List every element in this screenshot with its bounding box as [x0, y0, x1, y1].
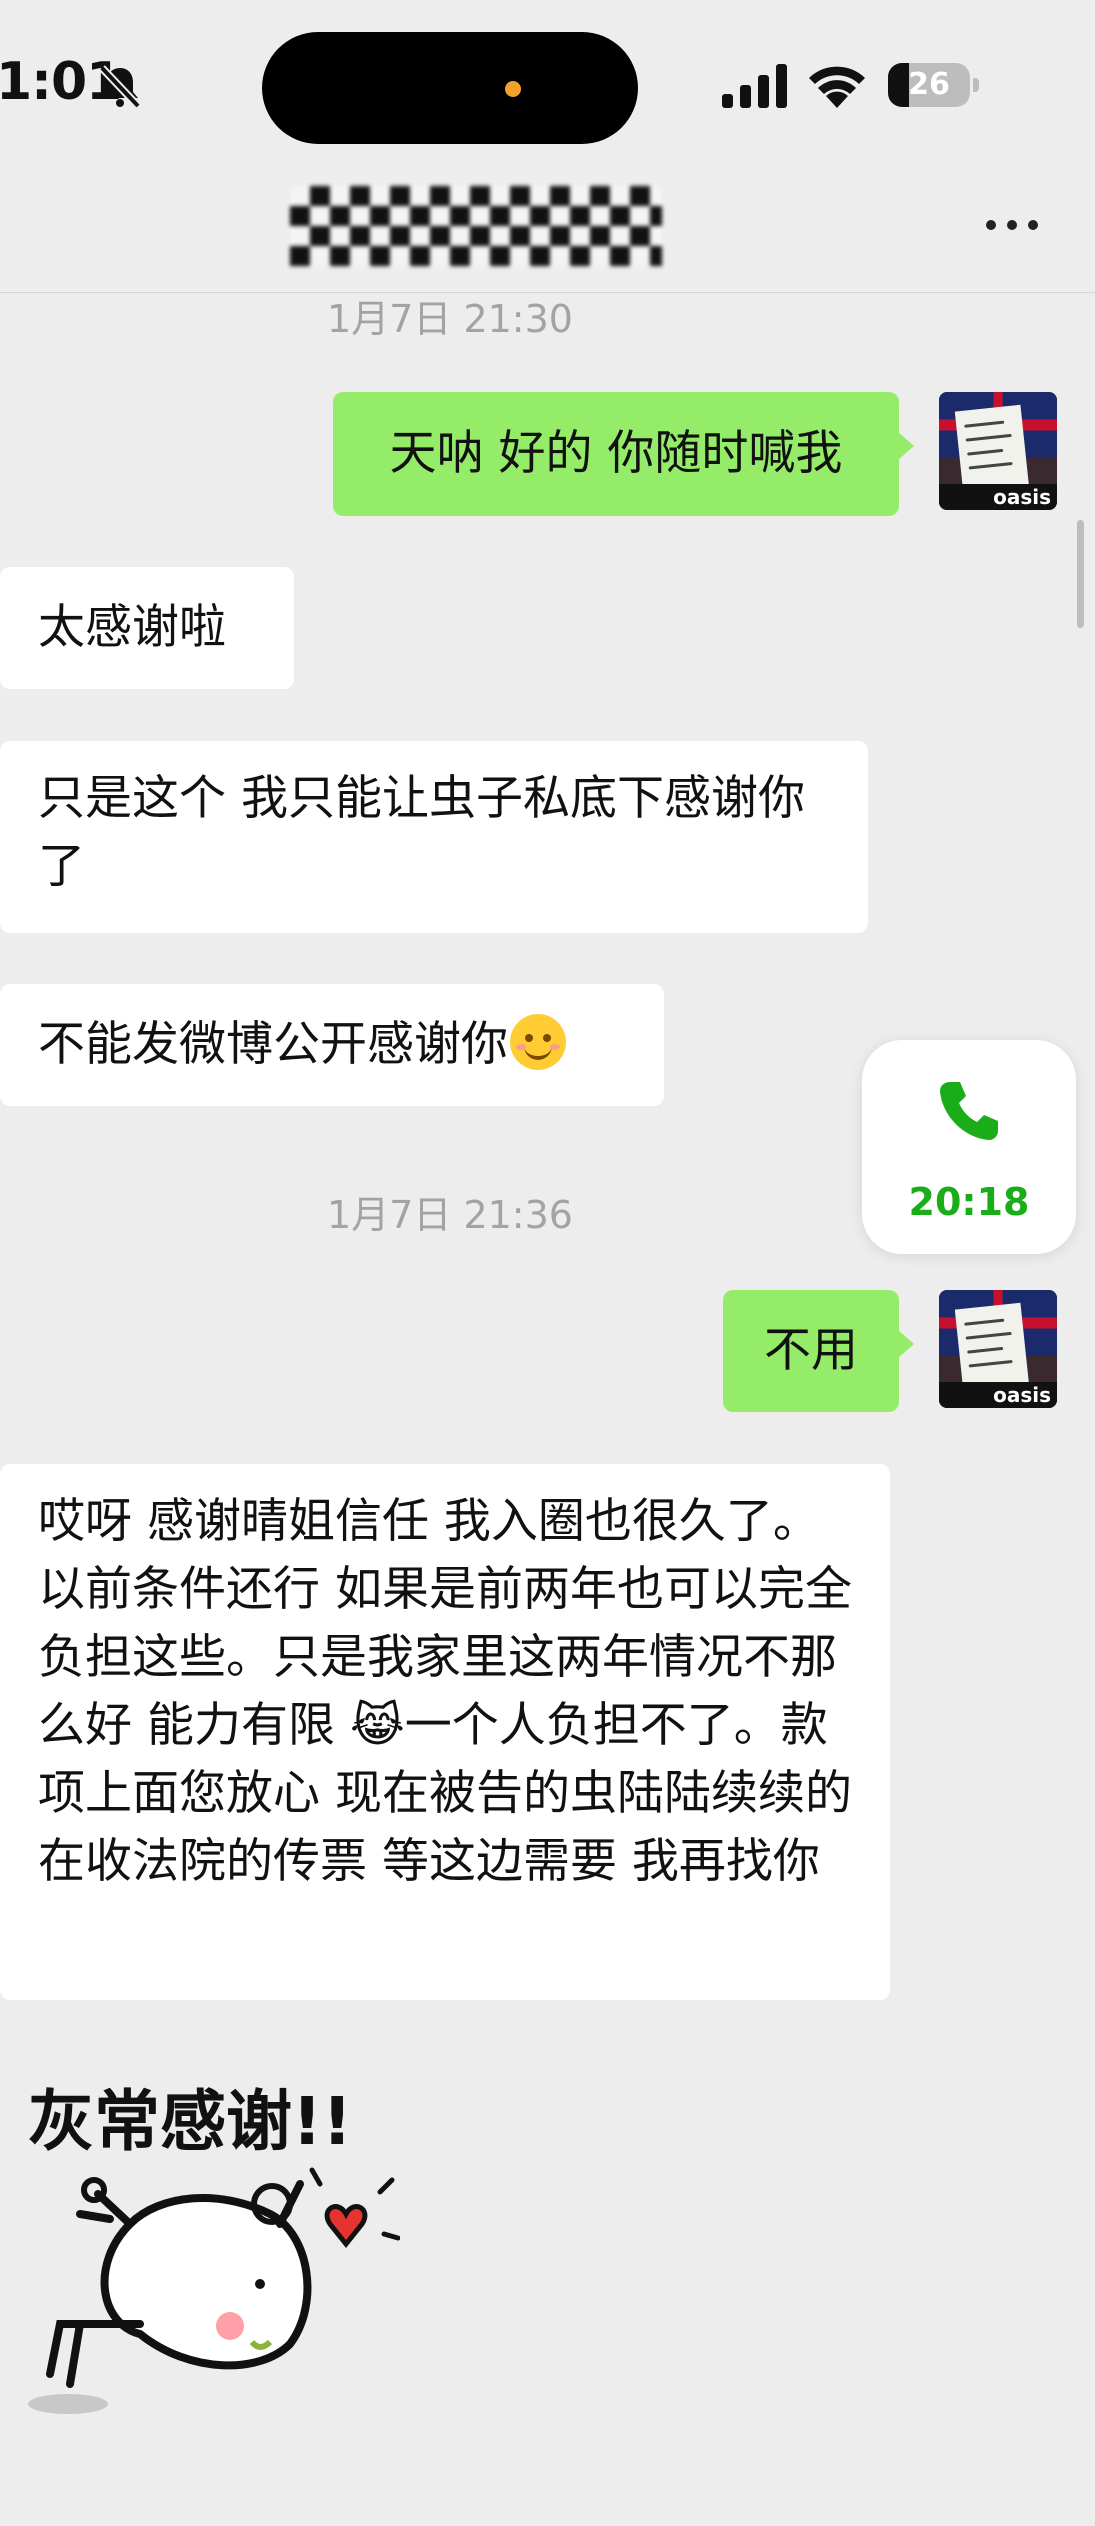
wifi-icon	[809, 66, 865, 108]
chat-title-redacted[interactable]	[290, 186, 662, 266]
smiling-face-emoji-icon	[510, 1014, 566, 1070]
incoming-message[interactable]: 只是这个 我只能让虫子私底下感谢你了	[0, 741, 868, 933]
avatar-label: oasis	[939, 484, 1057, 510]
message-text: 不能发微博公开感谢你	[38, 1017, 508, 1072]
scrollbar[interactable]	[1077, 520, 1084, 628]
timestamp: 1月7日 21:36	[327, 1193, 573, 1237]
user-avatar[interactable]: oasis	[939, 1290, 1057, 1408]
avatar-label: oasis	[939, 1382, 1057, 1408]
battery-indicator: 26	[888, 63, 980, 107]
bell-off-icon	[99, 65, 141, 109]
dynamic-island	[262, 32, 638, 144]
phone-icon	[940, 1082, 998, 1140]
incoming-message[interactable]: 太感谢啦	[0, 567, 294, 689]
cellular-signal-icon	[722, 64, 787, 108]
timestamp: 1月7日 21:30	[327, 297, 573, 341]
outgoing-message[interactable]: 天呐 好的 你随时喊我	[333, 392, 914, 516]
thank-you-sticker[interactable]: 灰常感谢!!	[20, 2074, 400, 2434]
status-bar: 1:01 26	[0, 0, 1095, 170]
battery-level: 26	[908, 67, 950, 102]
user-avatar[interactable]: oasis	[939, 392, 1057, 510]
more-options-icon[interactable]	[982, 210, 1042, 240]
incoming-message[interactable]: 哎呀 感谢晴姐信任 我入圈也很久了。以前条件还行 如果是前两年也可以完全负担这些…	[0, 1464, 890, 2000]
incoming-message[interactable]: 不能发微博公开感谢你	[0, 984, 664, 1106]
sticker-caption: 灰常感谢!!	[28, 2083, 352, 2160]
outgoing-message[interactable]: 不用	[723, 1290, 914, 1412]
chat-header	[0, 170, 1095, 293]
